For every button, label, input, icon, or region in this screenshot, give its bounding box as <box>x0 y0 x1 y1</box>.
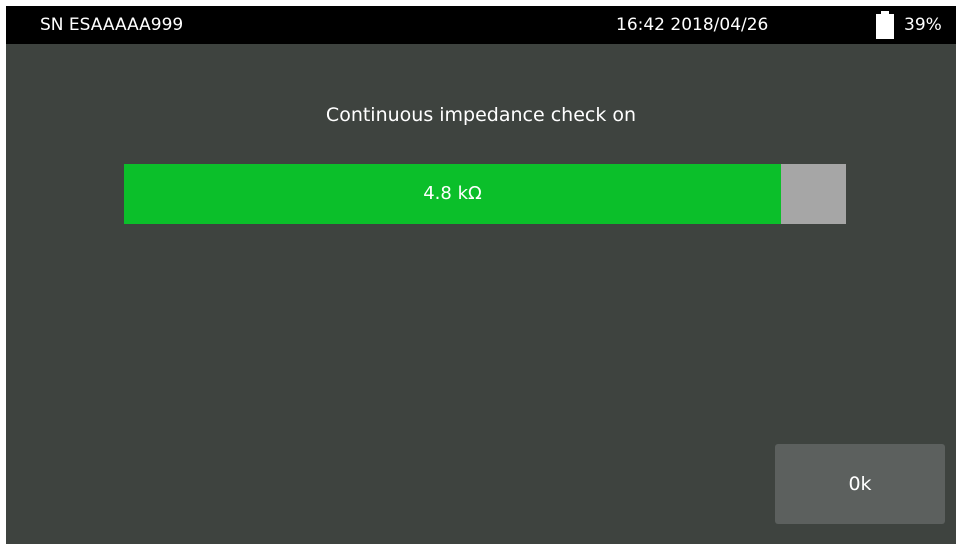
serial-number: SN ESAAAAA999 <box>40 15 184 35</box>
impedance-check-title: Continuous impedance check on <box>325 104 637 126</box>
impedance-value: 4.8 kΩ <box>423 183 482 204</box>
battery-percent: 39% <box>904 15 942 35</box>
date-time: 16:42 2018/04/26 <box>616 15 769 35</box>
battery-icon <box>875 11 895 39</box>
impedance-bar: 4.8 kΩ <box>124 164 846 224</box>
ok-button[interactable]: 0k <box>775 444 945 524</box>
status-bar: SN ESAAAAA999 16:42 2018/04/26 39% <box>6 6 956 44</box>
device-screen: SN ESAAAAA999 16:42 2018/04/26 39% Conti… <box>6 6 956 544</box>
